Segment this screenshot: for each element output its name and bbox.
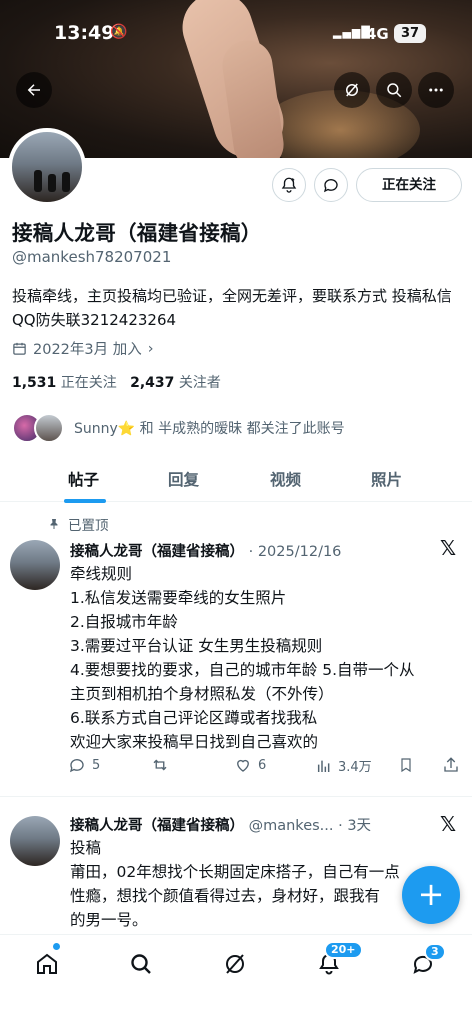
search-button[interactable] (376, 72, 412, 108)
tab-videos[interactable]: 视频 (270, 468, 301, 490)
reply-count: 5 (92, 757, 101, 773)
pinned-text: 已置顶 (68, 518, 109, 534)
post-body[interactable]: 牵线规则 1.私信发送需要牵线的女生照片 2.自报城市年龄 3.需要过平台认证 … (70, 562, 462, 754)
profile-bio: 投稿牵线，主页投稿均已验证，全网无差评，要联系方式 投稿私信 QQ防失联3212… (12, 287, 452, 329)
messages-badge: 3 (424, 943, 446, 961)
pin-icon (50, 519, 58, 529)
joined-text: 2022年3月 加入 (33, 342, 142, 358)
follower-avatar (34, 413, 64, 443)
share-icon (444, 757, 458, 772)
post-line: 莆田，02年想找个长期固定床搭子，自己有一点 (70, 863, 400, 881)
grok-icon (226, 954, 244, 974)
post-line: 的男一号。 (70, 911, 148, 929)
bell-plus-icon (281, 177, 297, 193)
post-actions: 5 6 3.4万 (68, 756, 462, 780)
post-avatar[interactable] (10, 540, 60, 590)
search-icon (387, 83, 402, 98)
tab-replies[interactable]: 回复 (168, 468, 199, 490)
views-button[interactable]: 3.4万 (316, 756, 372, 775)
post-line: 2.自报城市年龄 (70, 613, 178, 631)
notifications-badge: 20+ (324, 941, 363, 959)
post-line: 3.需要过平台认证 女生男生投稿规则 (70, 637, 323, 655)
reply-icon (69, 759, 84, 773)
back-button[interactable] (16, 72, 52, 108)
nav-grok[interactable] (220, 949, 250, 979)
post-author[interactable]: 接稿人龙哥（福建省接稿） (70, 544, 244, 560)
profile-handle: @mankesh78207021 (12, 248, 172, 266)
profile-name: 接稿人龙哥（福建省接稿） (12, 221, 262, 245)
x-logo-icon: 𝕏 (440, 536, 457, 560)
post-divider (0, 796, 472, 797)
post-line: 牵线规则 (70, 565, 133, 583)
home-icon (37, 953, 57, 974)
like-count: 6 (258, 757, 267, 773)
profile-tabs: 帖子 回复 视频 照片 (0, 458, 472, 503)
following-label: 正在关注 (60, 375, 117, 391)
grok-icon (346, 83, 358, 97)
post-line: 欢迎大家来投稿早日找到自己喜欢的 (70, 733, 319, 751)
following-count: 1,531 (12, 375, 57, 391)
status-bar: 13:49 🔕 ▂▄▆█ 4G 37 (0, 0, 472, 70)
tab-posts[interactable]: 帖子 (68, 468, 99, 490)
profile-avatar[interactable] (8, 128, 86, 206)
x-logo-icon: 𝕏 (440, 812, 457, 836)
followed-by-text: Sunny⭐ 和 半成熟的暧昧 都关注了此账号 (74, 421, 345, 437)
avatar-figure (34, 170, 42, 192)
notify-button[interactable] (272, 168, 306, 202)
silent-bell-icon: 🔕 (110, 24, 128, 40)
more-options-button[interactable] (418, 72, 454, 108)
pinned-label: 已置顶 (48, 514, 109, 534)
status-time: 13:49 (54, 22, 115, 44)
post-author[interactable]: 接稿人龙哥（福建省接稿） (70, 818, 244, 834)
grok-button[interactable] (334, 72, 370, 108)
nav-search[interactable] (126, 949, 156, 979)
post-line: 1.私信发送需要牵线的女生照片 (70, 589, 287, 607)
post-line: 主页到相机拍个身材照私发（不外传） (70, 685, 334, 703)
message-button[interactable] (314, 168, 348, 202)
followers-link[interactable]: 2,437 关注者 (130, 375, 221, 391)
active-tab-indicator (64, 499, 106, 503)
post-avatar[interactable] (10, 816, 60, 866)
post-line: 4.要想要找的要求，自己的城市年龄 5.自带一个从 (70, 661, 415, 679)
like-button[interactable]: 6 (234, 756, 266, 774)
bookmark-button[interactable] (398, 756, 414, 774)
home-unread-dot (53, 943, 60, 950)
avatar-figure (48, 174, 56, 192)
followed-by-row[interactable]: Sunny⭐ 和 半成熟的暧昧 都关注了此账号 (12, 410, 345, 446)
post-meta: @mankes... · 3天 (248, 818, 372, 834)
search-icon (131, 954, 151, 974)
analytics-icon (317, 760, 330, 772)
joined-date: 2022年3月 加入 › (12, 338, 154, 359)
battery-indicator: 37 (394, 24, 426, 43)
tab-photos[interactable]: 照片 (371, 468, 402, 490)
compose-button[interactable]: + (402, 866, 460, 924)
following-button[interactable]: 正在关注 (356, 168, 462, 202)
post-line: 投稿 (70, 839, 102, 857)
avatar-figure (62, 172, 70, 192)
chevron-right-icon[interactable]: › (148, 341, 154, 357)
bookmark-icon (401, 758, 411, 773)
repost-button[interactable] (150, 756, 170, 774)
post-header: 接稿人龙哥（福建省接稿） · 2025/12/16 (70, 540, 341, 561)
chat-bubble-icon (323, 179, 338, 193)
following-link[interactable]: 1,531 正在关注 (12, 375, 117, 391)
heart-icon (237, 759, 249, 772)
calendar-icon (13, 342, 26, 355)
arrow-left-icon (27, 84, 40, 96)
post-line: 6.联系方式自己评论区蹲或者找我私 (70, 709, 318, 727)
more-horizontal-icon (429, 88, 443, 92)
repost-icon (153, 759, 167, 771)
network-type: 4G (366, 25, 389, 43)
followers-label: 关注者 (178, 375, 221, 391)
followers-count: 2,437 (130, 375, 175, 391)
view-count: 3.4万 (338, 760, 372, 775)
reply-button[interactable]: 5 (68, 756, 100, 774)
post-header: 接稿人龙哥（福建省接稿） @mankes... · 3天 (70, 814, 371, 835)
post-meta: · 2025/12/16 (248, 544, 342, 560)
share-button[interactable] (442, 756, 460, 774)
nav-home[interactable] (32, 949, 62, 979)
follow-stats: 1,531 正在关注 2,437 关注者 (12, 372, 221, 392)
bottom-nav: 20+ 3 (0, 934, 472, 1024)
